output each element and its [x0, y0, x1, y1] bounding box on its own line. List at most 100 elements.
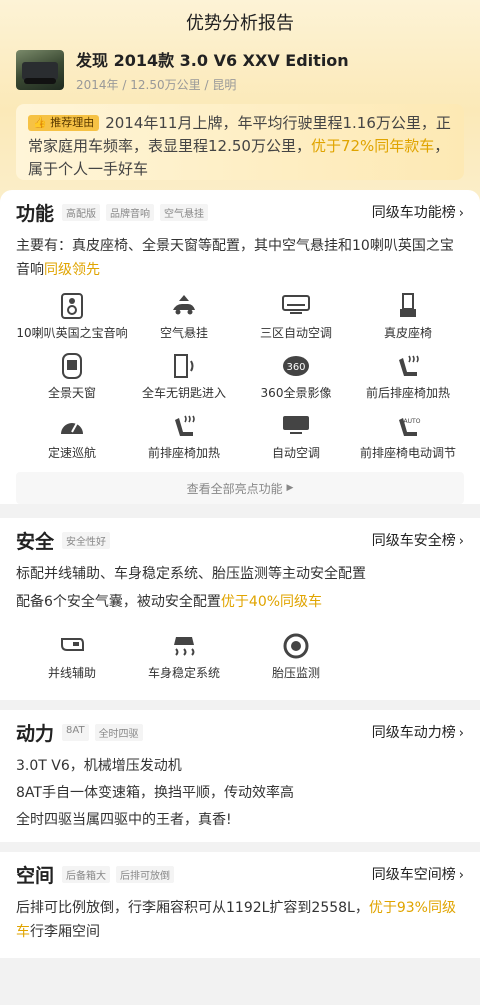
feature-label: 自动空调 [271, 446, 320, 460]
feature-item[interactable]: 前后排座椅加热 [352, 352, 464, 412]
car-mileage: 12.50万公里 [130, 78, 201, 92]
chip: 空气悬挂 [160, 203, 209, 221]
function-rank-link[interactable]: 同级车功能榜 › [372, 202, 464, 222]
summary-highlight: 优于72%同年款车 [310, 137, 435, 155]
safety-line2-text: 配备6个安全气囊，被动安全配置 [16, 594, 221, 610]
power-seat-icon: AUTO [394, 412, 422, 440]
feature-label: 三区自动空调 [259, 326, 332, 340]
car-city: 昆明 [212, 78, 237, 92]
feature-item[interactable]: 定速巡航 [16, 412, 128, 472]
feature-label: 并线辅助 [47, 666, 96, 680]
safety-line1: 标配并线辅助、车身稳定系统、胎压监测等主动安全配置 [16, 566, 366, 582]
feature-label: 车身稳定系统 [147, 666, 220, 680]
space-desc: 后排可比例放倒，行李厢容积可从1192L扩容到2558L，优于93%同级车行李厢… [16, 896, 464, 944]
function-desc-highlight: 同级领先 [44, 262, 100, 278]
feature-item[interactable]: 真皮座椅 [352, 292, 464, 352]
recommend-tag-label: 推荐理由 [50, 116, 95, 129]
rank-label: 同级车安全榜 [371, 533, 456, 549]
rank-label: 同级车动力榜 [371, 725, 456, 741]
space-text-end: 行李厢空间 [30, 924, 100, 940]
safety-highlight: 优于40%同级车 [220, 594, 323, 610]
chip: 品牌音响 [106, 203, 155, 221]
power-section: 动力 8AT 全时四驱 同级车动力榜 › 3.0T V6，机械增压发动机 8AT手自一… [0, 710, 480, 842]
triangle-right-icon: ▶ [286, 483, 294, 493]
chip: 安全性好 [62, 531, 111, 549]
section-title: 安全 [16, 530, 55, 553]
function-desc: 主要有：真皮座椅、全景天窗等配置，其中空气悬挂和10喇叭英国之宝音响同级领先 [16, 234, 464, 282]
feature-item[interactable]: 全景天窗 [16, 352, 128, 412]
feature-item[interactable]: 10喇叭英国之宝音响 [16, 292, 128, 352]
power-rank-link[interactable]: 同级车动力榜 › [372, 722, 464, 742]
power-line: 3.0T V6，机械增压发动机 [16, 758, 182, 774]
feature-item[interactable]: AUTO 前排座椅电动调节 [352, 412, 464, 472]
mirror-icon [58, 632, 86, 660]
feature-label: 前后排座椅加热 [365, 386, 450, 400]
space-text: 后排可比例放倒，行李厢容积可从1192L扩容到2558L， [16, 900, 369, 916]
stability-icon [170, 632, 198, 660]
sunroof-icon [58, 352, 86, 380]
meta-separator: / [204, 78, 209, 92]
auto-ac-icon [282, 412, 310, 440]
power-line: 全时四驱当属四驱中的王者，真香! [16, 812, 232, 828]
feature-label: 空气悬挂 [159, 326, 208, 340]
seat-icon [394, 292, 422, 320]
feature-item[interactable]: 自动空调 [240, 412, 352, 472]
cruise-icon [58, 412, 86, 440]
feature-label: 胎压监测 [271, 666, 320, 680]
chip: 后备箱大 [62, 865, 111, 883]
feature-item[interactable]: 三区自动空调 [240, 292, 352, 352]
feature-label: 全景天窗 [47, 386, 96, 400]
meta-separator: / [122, 78, 127, 92]
feature-item[interactable]: 360 360全景影像 [240, 352, 352, 412]
feature-label: 真皮座椅 [383, 326, 432, 340]
ac-icon [282, 292, 310, 320]
feature-label: 360全景影像 [260, 386, 332, 400]
feature-label: 全车无钥匙进入 [141, 386, 226, 400]
view-all-label: 查看全部亮点功能 [186, 481, 283, 496]
svg-text:AUTO: AUTO [404, 418, 421, 425]
safety-section: 安全 安全性好 同级车安全榜 › 标配并线辅助、车身稳定系统、胎压监测等主动安全配置… [0, 518, 480, 700]
feature-item[interactable]: 胎压监测 [240, 632, 352, 692]
keyless-icon [170, 352, 198, 380]
safety-rank-link[interactable]: 同级车安全榜 › [372, 530, 464, 550]
power-line: 8AT手自一体变速箱，换挡平顺，传动效率高 [16, 785, 294, 801]
chip: 全时四驱 [94, 723, 143, 741]
chevron-right-icon: › [458, 726, 464, 741]
chevron-right-icon: › [458, 206, 464, 221]
car-info: 发现 2014款 3.0 V6 XXV Edition 2014年 / 12.5… [0, 44, 480, 94]
space-rank-link[interactable]: 同级车空间榜 › [372, 864, 464, 884]
feature-item[interactable]: 空气悬挂 [128, 292, 240, 352]
chip: 高配版 [62, 203, 101, 221]
seat-heat-icon [170, 412, 198, 440]
section-title: 功能 [16, 202, 55, 225]
feature-label: 前排座椅电动调节 [359, 446, 456, 460]
feature-item[interactable]: 并线辅助 [16, 632, 128, 692]
recommend-tag: 👍 推荐理由 [28, 115, 100, 131]
car-thumbnail [16, 50, 64, 90]
car-year: 2014年 [76, 78, 119, 92]
camera-360-icon: 360 [282, 352, 310, 380]
car-meta: 2014年 / 12.50万公里 / 昆明 [76, 76, 349, 93]
feature-item[interactable]: 前排座椅加热 [128, 412, 240, 472]
view-all-features-button[interactable]: 查看全部亮点功能 ▶ [16, 472, 464, 504]
space-section: 空间 后备箱大 后排可放倒 同级车空间榜 › 后排可比例放倒，行李厢容积可从1192L… [0, 852, 480, 958]
recommend-reason: 👍 推荐理由 2014年11月上牌，年平均行驶里程1.16万公里，正常家庭用车频率… [16, 104, 464, 180]
report-header-area: 优势分析报告 发现 2014款 3.0 V6 XXV Edition 2014年… [0, 0, 480, 200]
chevron-right-icon: › [458, 868, 464, 883]
rank-label: 同级车空间榜 [371, 867, 456, 883]
speaker-icon [58, 292, 86, 320]
safety-line2: 配备6个安全气囊，被动安全配置优于40%同级车 [16, 590, 464, 614]
car-title: 发现 2014款 3.0 V6 XXV Edition [76, 51, 349, 70]
seat-heat-icon [394, 352, 422, 380]
feature-label: 定速巡航 [47, 446, 96, 460]
air-suspension-icon [170, 292, 198, 320]
feature-item[interactable]: 车身稳定系统 [128, 632, 240, 692]
tire-icon [282, 632, 310, 660]
safety-grid: 并线辅助 车身稳定系统 胎压监测 [16, 632, 464, 700]
rank-label: 同级车功能榜 [371, 205, 456, 221]
feature-item[interactable]: 全车无钥匙进入 [128, 352, 240, 412]
svg-text:360: 360 [286, 362, 305, 373]
chip: 8AT [62, 723, 89, 741]
feature-label: 10喇叭英国之宝音响 [16, 326, 128, 340]
feature-label: 前排座椅加热 [147, 446, 220, 460]
